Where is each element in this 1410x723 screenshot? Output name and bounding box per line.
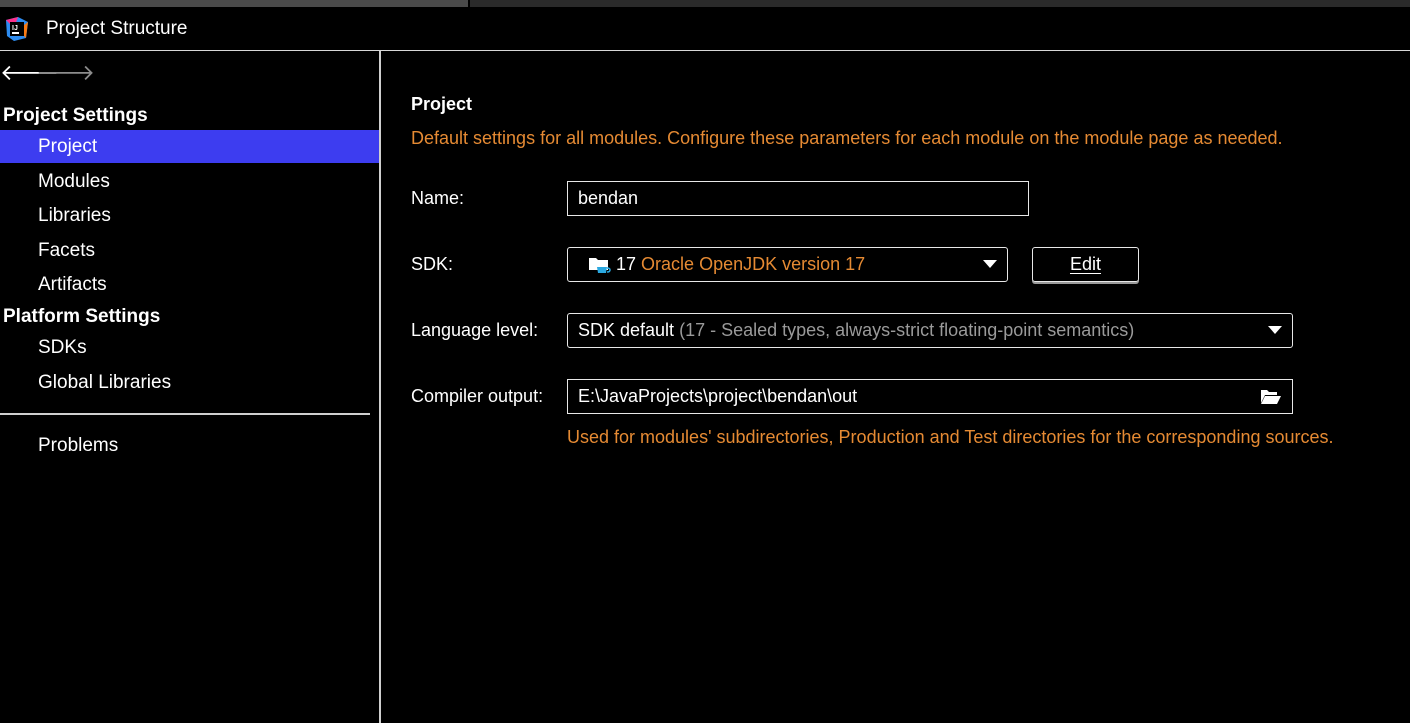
chevron-down-icon xyxy=(983,260,997,268)
sidebar-item-modules[interactable]: Modules xyxy=(0,165,379,198)
edit-button-label: Edit xyxy=(1069,254,1102,274)
name-label: Name: xyxy=(411,188,465,208)
sidebar-item-libraries[interactable]: Libraries xyxy=(0,199,379,232)
sidebar-item-label: Facets xyxy=(38,239,96,261)
sidebar-item-label: Modules xyxy=(38,170,110,192)
window-title: Project Structure xyxy=(46,18,188,39)
folder-open-icon[interactable] xyxy=(1260,388,1282,405)
sidebar-item-artifacts[interactable]: Artifacts xyxy=(0,268,379,301)
nav-arrows: 🡐 🡒 xyxy=(0,61,95,85)
language-level-value: SDK default xyxy=(578,320,675,340)
sidebar-item-label: Problems xyxy=(38,434,119,456)
sdk-select[interactable]: 17 Oracle OpenJDK version 17 xyxy=(567,247,1008,282)
sidebar-item-project[interactable]: Project xyxy=(0,130,379,163)
sidebar: 🡐 🡒 Project Settings Project Modules Lib… xyxy=(0,51,381,723)
svg-text:IJ: IJ xyxy=(12,25,18,32)
group-header-project-settings: Project Settings xyxy=(3,105,148,126)
name-value: bendan xyxy=(578,188,639,208)
sidebar-divider xyxy=(0,413,370,415)
page-title: Project xyxy=(411,94,473,114)
arrow-right-icon[interactable]: 🡒 xyxy=(36,62,95,84)
title-bar: IJ Project Structure xyxy=(0,8,1410,51)
sdk-folder-icon xyxy=(588,255,612,275)
sidebar-item-label: Artifacts xyxy=(38,273,107,295)
chevron-down-icon xyxy=(1268,326,1282,334)
sdk-name: Oracle OpenJDK version 17 xyxy=(641,254,866,274)
compiler-output-value: E:\JavaProjects\project\bendan\out xyxy=(578,386,858,406)
edit-button[interactable]: Edit xyxy=(1032,247,1139,282)
sdk-label: SDK: xyxy=(411,254,454,274)
sidebar-item-problems[interactable]: Problems xyxy=(0,429,379,462)
language-level-label: Language level: xyxy=(411,320,539,340)
main-panel: Project Default settings for all modules… xyxy=(381,51,1410,723)
page-description: Default settings for all modules. Config… xyxy=(411,128,1283,148)
group-header-platform-settings: Platform Settings xyxy=(3,306,161,327)
sidebar-item-label: Libraries xyxy=(38,204,111,226)
compiler-output-hint: Used for modules' subdirectories, Produc… xyxy=(567,427,1334,447)
compiler-output-label: Compiler output: xyxy=(411,386,544,406)
compiler-output-field[interactable]: E:\JavaProjects\project\bendan\out xyxy=(567,379,1293,414)
sdk-version: 17 xyxy=(616,254,637,274)
sidebar-item-label: SDKs xyxy=(38,336,87,358)
intellij-icon: IJ xyxy=(4,16,30,42)
sidebar-item-label: Project xyxy=(38,135,98,157)
language-level-detail: (17 - Sealed types, always-strict floati… xyxy=(679,320,1135,340)
sidebar-item-label: Global Libraries xyxy=(38,371,172,393)
top-strip xyxy=(0,0,1410,8)
arrow-left-icon[interactable]: 🡐 xyxy=(0,62,59,84)
language-level-select[interactable]: SDK default (17 - Sealed types, always-s… xyxy=(567,313,1293,348)
sidebar-item-global-libraries[interactable]: Global Libraries xyxy=(0,366,379,399)
sidebar-item-sdks[interactable]: SDKs xyxy=(0,331,379,364)
name-field[interactable]: bendan xyxy=(567,181,1029,216)
sidebar-item-facets[interactable]: Facets xyxy=(0,234,379,267)
